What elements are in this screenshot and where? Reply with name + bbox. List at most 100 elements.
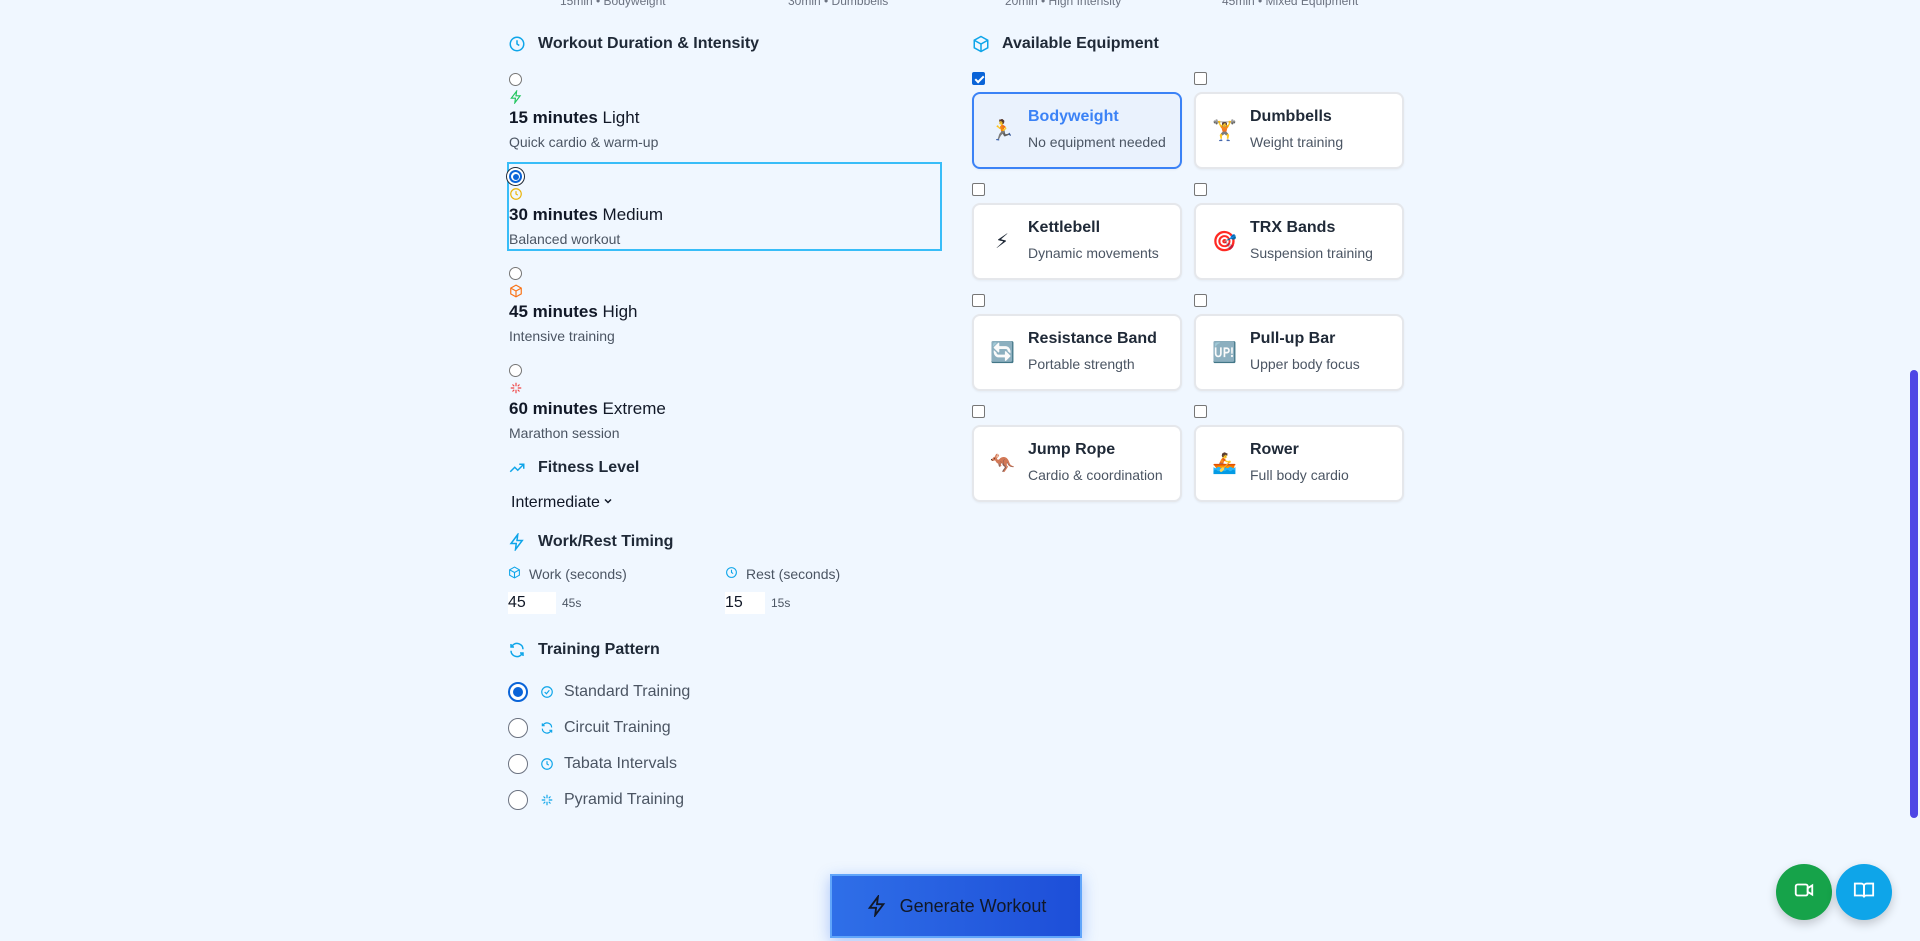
equipment-bodyweight: 🏃 Bodyweight No equipment needed — [972, 72, 1182, 169]
preset-caption: 30min • Dumbbells — [788, 0, 889, 8]
equipment-checkbox[interactable] — [972, 294, 985, 307]
guide-button[interactable] — [1836, 864, 1892, 920]
previous-presets-strip: 15min • Bodyweight 30min • Dumbbells 20m… — [0, 0, 1400, 8]
preset-caption: 15min • Bodyweight — [560, 0, 666, 8]
trending-up-icon — [508, 459, 526, 477]
equipment-desc: No equipment needed — [1028, 134, 1166, 150]
pattern-radio[interactable] — [508, 754, 528, 774]
equipment-card[interactable]: 🏋 Dumbbells Weight training — [1194, 92, 1404, 169]
equipment-card[interactable]: 🎯 TRX Bands Suspension training — [1194, 203, 1404, 280]
duration-option-15[interactable]: 15 minutes Light Quick cardio & warm-up — [508, 66, 941, 153]
pattern-standard[interactable]: Standard Training — [508, 674, 942, 710]
equipment-name: Jump Rope — [1028, 441, 1116, 458]
pattern-tabata[interactable]: Tabata Intervals — [508, 746, 942, 782]
duration-radio[interactable] — [509, 73, 522, 86]
equipment-desc: Dynamic movements — [1028, 245, 1159, 261]
rest-seconds-input[interactable]: 15 — [725, 592, 765, 614]
equipment-checkbox[interactable] — [1194, 405, 1207, 418]
duration-option-60[interactable]: 60 minutes Extreme Marathon session — [508, 357, 941, 444]
pattern-title-text: Training Pattern — [538, 641, 660, 658]
equipment-card[interactable]: 🚣 Rower Full body cardio — [1194, 425, 1404, 502]
clock-icon — [725, 566, 738, 582]
duration-desc: Intensive training — [509, 328, 615, 344]
duration-main: 45 minutes High — [509, 302, 638, 321]
duration-main: 30 minutes Medium — [509, 205, 664, 224]
equipment-card[interactable]: 🏃 Bodyweight No equipment needed — [972, 92, 1182, 169]
equipment-dumbbells: 🏋 Dumbbells Weight training — [1194, 72, 1404, 169]
equipment-desc: Upper body focus — [1250, 356, 1360, 372]
generate-workout-button[interactable]: Generate Workout — [830, 874, 1082, 938]
pattern-radio[interactable] — [508, 790, 528, 810]
equipment-desc: Weight training — [1250, 134, 1344, 150]
kangaroo-icon: 🦘 — [990, 453, 1015, 475]
equipment-checkbox[interactable] — [1194, 72, 1207, 85]
rest-unit: 15s — [771, 596, 791, 610]
equipment-rower: 🚣 Rower Full body cardio — [1194, 405, 1404, 502]
equipment-card[interactable]: ⚡ Kettlebell Dynamic movements — [972, 203, 1182, 280]
preset-caption: 45min • Mixed Equipment — [1222, 0, 1359, 8]
duration-main: 60 minutes Extreme — [509, 399, 666, 418]
pattern-radio[interactable] — [508, 682, 528, 702]
rowing-icon: 🚣 — [1212, 453, 1237, 475]
pattern-label: Circuit Training — [564, 719, 671, 736]
timing-title-text: Work/Rest Timing — [538, 533, 674, 550]
scrollbar-thumb[interactable] — [1910, 370, 1918, 818]
scrollbar[interactable] — [1908, 0, 1920, 941]
equipment-name: Pull-up Bar — [1250, 330, 1336, 347]
duration-radio[interactable] — [509, 364, 522, 377]
check-circle-icon — [540, 685, 554, 699]
bolt-icon — [508, 533, 526, 551]
workout-settings-column: Workout Duration & Intensity 15 minutes … — [507, 34, 942, 818]
equipment-jump-rope: 🦘 Jump Rope Cardio & coordination — [972, 405, 1182, 502]
duration-option-30[interactable]: 30 minutes Medium Balanced workout — [507, 162, 942, 251]
pattern-circuit[interactable]: Circuit Training — [508, 710, 942, 746]
duration-desc: Quick cardio & warm-up — [509, 134, 659, 150]
equipment-desc: Suspension training — [1250, 245, 1373, 261]
equipment-checkbox[interactable] — [972, 183, 985, 196]
duration-option-45[interactable]: 45 minutes High Intensive training — [508, 260, 941, 347]
runner-icon: 🏃 — [990, 120, 1015, 142]
clock-icon — [509, 187, 523, 201]
fitness-level-select[interactable]: Intermediate — [508, 492, 617, 514]
equipment-checkbox[interactable] — [1194, 294, 1207, 307]
cube-icon — [508, 566, 521, 582]
equipment-checkbox[interactable] — [972, 405, 985, 418]
equipment-card[interactable]: 🦘 Jump Rope Cardio & coordination — [972, 425, 1182, 502]
equipment-trx: 🎯 TRX Bands Suspension training — [1194, 183, 1404, 280]
equipment-desc: Cardio & coordination — [1028, 467, 1163, 483]
equipment-checkbox[interactable] — [1194, 183, 1207, 196]
weightlifter-icon: 🏋 — [1212, 120, 1237, 142]
pattern-radio[interactable] — [508, 718, 528, 738]
equipment-name: Resistance Band — [1028, 330, 1157, 347]
equipment-column: Available Equipment 🏃 Bodyweight No equi… — [972, 34, 1412, 516]
fitness-title-text: Fitness Level — [538, 459, 640, 476]
pattern-list: Standard Training Circuit Training Tabat… — [508, 674, 942, 818]
duration-radio[interactable] — [509, 170, 522, 183]
clock-icon — [508, 35, 526, 53]
duration-section-title: Workout Duration & Intensity — [508, 34, 942, 54]
equipment-title-text: Available Equipment — [1002, 35, 1159, 52]
work-seconds-input[interactable]: 45 — [508, 592, 556, 614]
duration-main: 15 minutes Light — [509, 108, 640, 127]
duration-desc: Balanced workout — [509, 231, 621, 247]
preset-caption: 20min • High Intensity — [1005, 0, 1122, 8]
pattern-label: Standard Training — [564, 683, 691, 700]
equipment-name: Dumbbells — [1250, 108, 1332, 125]
video-button[interactable] — [1776, 864, 1832, 920]
pattern-pyramid[interactable]: Pyramid Training — [508, 782, 942, 818]
equipment-name: Bodyweight — [1028, 108, 1119, 125]
rest-label: Rest (seconds) — [725, 566, 942, 582]
duration-radio[interactable] — [509, 267, 522, 280]
equipment-checkbox[interactable] — [972, 72, 985, 85]
pattern-label: Pyramid Training — [564, 791, 685, 808]
bolt-icon — [866, 895, 888, 917]
equipment-desc: Full body cardio — [1250, 467, 1349, 483]
equipment-card[interactable]: 🔄 Resistance Band Portable strength — [972, 314, 1182, 391]
video-icon — [1793, 879, 1815, 906]
bolt-icon: ⚡ — [994, 231, 1010, 253]
equipment-card[interactable]: 🆙 Pull-up Bar Upper body focus — [1194, 314, 1404, 391]
sparkle-icon — [540, 793, 554, 807]
generate-label: Generate Workout — [899, 895, 1047, 916]
equipment-kettlebell: ⚡ Kettlebell Dynamic movements — [972, 183, 1182, 280]
equipment-name: Rower — [1250, 441, 1299, 458]
